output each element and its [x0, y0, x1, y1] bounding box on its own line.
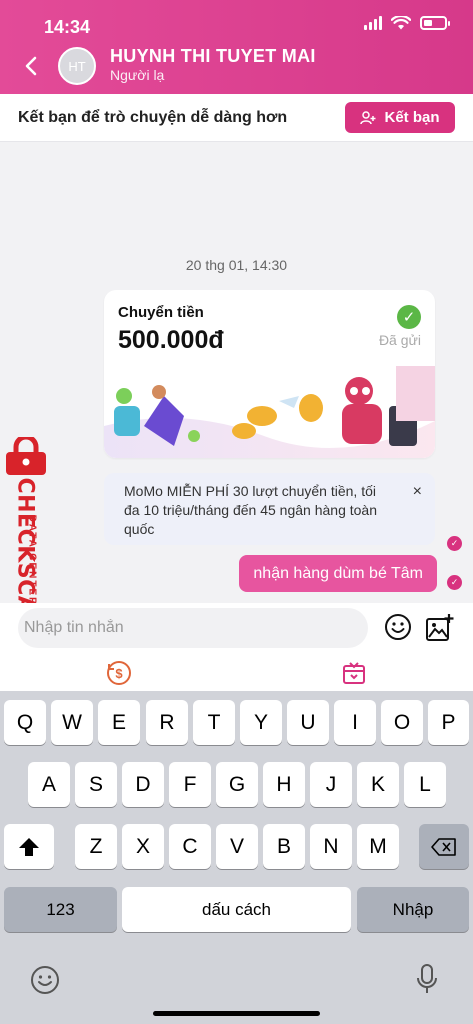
read-receipt-icon: ✓	[447, 536, 462, 551]
return-key[interactable]: Nhập	[357, 887, 469, 932]
key-g[interactable]: G	[216, 762, 258, 807]
key-o[interactable]: O	[381, 700, 423, 745]
key-v[interactable]: V	[216, 824, 258, 869]
promo-text: MoMo MIỄN PHÍ 30 lượt chuyển tiền, tối đ…	[124, 483, 377, 537]
shift-key[interactable]	[4, 824, 54, 869]
composer: $	[0, 603, 473, 691]
key-d[interactable]: D	[122, 762, 164, 807]
chat-message[interactable]: nhận hàng dùm bé Tâm	[239, 555, 437, 592]
shift-icon	[19, 837, 39, 856]
numbers-key[interactable]: 123	[4, 887, 117, 932]
chat-header: 14:34 HT HUYNH THI TUYET MAI Người lạ	[0, 0, 473, 94]
key-j[interactable]: J	[310, 762, 352, 807]
money-transfer-icon[interactable]: $	[106, 660, 132, 686]
svg-text:$: $	[115, 666, 123, 681]
close-icon[interactable]: ×	[413, 482, 422, 501]
promo-banner[interactable]: MoMo MIỄN PHÍ 30 lượt chuyển tiền, tối đ…	[104, 473, 435, 545]
contact-name[interactable]: HUYNH THI TUYET MAI	[110, 46, 316, 67]
battery-icon	[420, 16, 450, 30]
status-icons	[364, 16, 450, 30]
image-upload-icon[interactable]	[425, 613, 455, 643]
friend-suggestion-bar: Kết bạn để trò chuyện dễ dàng hơn Kết bạ…	[0, 94, 473, 142]
add-user-icon	[360, 110, 376, 124]
microphone-icon[interactable]	[416, 963, 438, 995]
key-i[interactable]: I	[334, 700, 376, 745]
key-a[interactable]: A	[28, 762, 70, 807]
key-n[interactable]: N	[310, 824, 352, 869]
signal-icon	[364, 16, 382, 30]
key-c[interactable]: C	[169, 824, 211, 869]
sent-check-icon: ✓	[397, 305, 421, 329]
transfer-amount: 500.000đ	[118, 326, 224, 354]
message-date: 20 thg 01, 14:30	[185, 257, 288, 273]
avatar[interactable]: HT	[58, 47, 96, 85]
key-q[interactable]: Q	[4, 700, 46, 745]
status-time: 14:34	[44, 17, 91, 37]
key-w[interactable]: W	[51, 700, 93, 745]
key-k[interactable]: K	[357, 762, 399, 807]
space-key[interactable]: dấu cách	[122, 887, 351, 932]
key-b[interactable]: B	[263, 824, 305, 869]
key-h[interactable]: H	[263, 762, 305, 807]
contact-status: Người lạ	[110, 67, 165, 83]
wifi-icon	[391, 16, 411, 30]
add-friend-button[interactable]: Kết bạn	[345, 102, 455, 133]
home-indicator[interactable]	[153, 1011, 320, 1016]
friend-prompt: Kết bạn để trò chuyện dễ dàng hơn	[18, 109, 288, 126]
key-s[interactable]: S	[75, 762, 117, 807]
keyboard: Q W E R T Y U I O P A S D F G H J K L Z …	[0, 691, 473, 1024]
read-receipt-icon: ✓	[447, 575, 462, 590]
delete-key[interactable]	[419, 824, 469, 869]
backspace-icon	[431, 837, 456, 856]
key-m[interactable]: M	[357, 824, 399, 869]
key-u[interactable]: U	[287, 700, 329, 745]
add-friend-label: Kết bạn	[384, 109, 440, 126]
key-t[interactable]: T	[193, 700, 235, 745]
transfer-title: Chuyển tiền	[118, 304, 204, 321]
lock-icon	[6, 437, 46, 475]
message-input[interactable]	[24, 619, 362, 637]
transfer-card[interactable]: Chuyển tiền 500.000đ ✓ Đã gửi	[104, 290, 435, 458]
key-z[interactable]: Z	[75, 824, 117, 869]
gift-box-icon[interactable]	[341, 660, 367, 686]
key-f[interactable]: F	[169, 762, 211, 807]
key-e[interactable]: E	[98, 700, 140, 745]
key-l[interactable]: L	[404, 762, 446, 807]
transfer-status: Đã gửi	[378, 332, 421, 348]
emoji-icon[interactable]	[384, 613, 412, 641]
back-icon[interactable]	[18, 52, 46, 80]
message-input-wrapper	[18, 608, 368, 648]
key-y[interactable]: Y	[240, 700, 282, 745]
key-r[interactable]: R	[146, 700, 188, 745]
key-x[interactable]: X	[122, 824, 164, 869]
key-p[interactable]: P	[428, 700, 469, 745]
emoji-keyboard-icon[interactable]	[30, 965, 60, 995]
transfer-illustration	[104, 366, 435, 458]
